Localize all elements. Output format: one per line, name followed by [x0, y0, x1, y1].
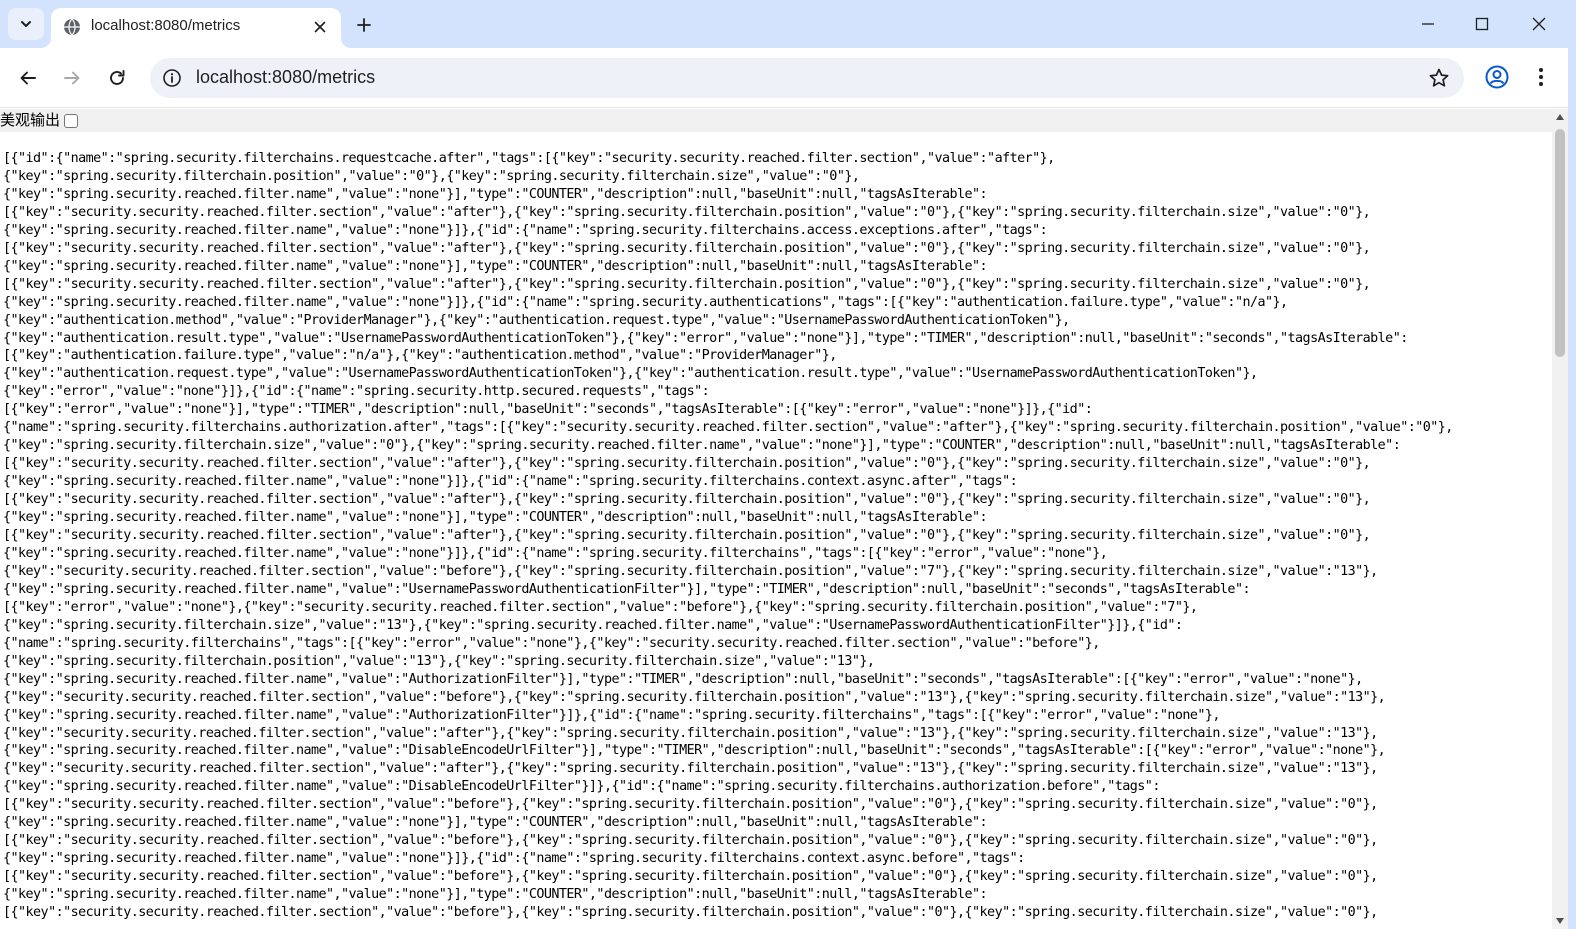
json-line: {"key":"authentication.method","value":"…: [3, 312, 1070, 328]
json-line: {"key":"spring.security.filterchain.size…: [3, 617, 1183, 633]
close-icon: [1532, 17, 1546, 31]
browser-toolbar: localhost:8080/metrics: [0, 48, 1576, 108]
json-line: {"key":"security.security.reached.filter…: [3, 563, 1378, 579]
json-line: {"key":"security.security.reached.filter…: [3, 725, 1378, 741]
close-icon: [314, 21, 326, 33]
scroll-down-button[interactable]: [1552, 913, 1568, 929]
triangle-up-icon: [1556, 114, 1564, 120]
window-frame-edge: [1568, 0, 1576, 929]
tab-title: localhost:8080/metrics: [91, 17, 241, 34]
json-line: {"key":"spring.security.reached.filter.n…: [3, 671, 1363, 687]
chevron-down-icon: [21, 21, 31, 27]
json-line: [{"key":"security.security.reached.filte…: [3, 833, 1378, 849]
back-button[interactable]: [12, 62, 44, 94]
json-line: {"key":"spring.security.reached.filter.n…: [3, 581, 1251, 597]
json-line: [{"key":"security.security.reached.filte…: [3, 905, 1378, 921]
arrow-right-icon: [64, 71, 80, 85]
json-line: [{"key":"security.security.reached.filte…: [3, 240, 1371, 256]
json-line: {"key":"security.security.reached.filter…: [3, 761, 1378, 777]
tab-active[interactable]: localhost:8080/metrics: [51, 8, 341, 48]
window-close-button[interactable]: [1519, 8, 1559, 40]
arrow-left-icon: [20, 71, 36, 85]
reload-button[interactable]: [101, 62, 133, 94]
tab-strip: localhost:8080/metrics: [0, 0, 1576, 48]
json-line: {"key":"error","value":"none"}]},{"id":{…: [3, 384, 710, 400]
json-line: {"key":"spring.security.reached.filter.n…: [3, 258, 988, 274]
pretty-print-bar: 美观输出: [0, 109, 1552, 132]
json-line: {"key":"spring.security.filterchain.posi…: [3, 168, 860, 184]
tab-close-button[interactable]: [311, 18, 329, 36]
json-line: {"key":"spring.security.reached.filter.n…: [3, 545, 1108, 561]
json-line: {"key":"spring.security.reached.filter.n…: [3, 887, 988, 903]
json-line: {"key":"spring.security.reached.filter.n…: [3, 851, 1025, 867]
json-line: {"key":"spring.security.reached.filter.n…: [3, 294, 1288, 310]
json-line: {"key":"spring.security.reached.filter.n…: [3, 815, 988, 831]
reload-icon: [110, 70, 125, 85]
json-line: {"name":"spring.security.filterchains.au…: [3, 420, 1453, 436]
json-line: {"key":"spring.security.reached.filter.n…: [3, 707, 1220, 723]
json-line: {"key":"security.security.reached.filter…: [3, 689, 1386, 705]
browser-menu-button[interactable]: [1530, 64, 1552, 90]
json-line: {"key":"authentication.result.type","val…: [3, 330, 1408, 346]
json-line: {"key":"spring.security.reached.filter.n…: [3, 743, 1386, 759]
json-line: [{"key":"security.security.reached.filte…: [3, 797, 1378, 813]
json-line: [{"id":{"name":"spring.security.filterch…: [3, 151, 1055, 166]
scrollbar-thumb[interactable]: [1555, 129, 1565, 357]
minimize-icon: [1422, 23, 1434, 25]
json-line: [{"key":"security.security.reached.filte…: [3, 492, 1371, 508]
json-line: {"key":"spring.security.reached.filter.n…: [3, 186, 988, 202]
triangle-down-icon: [1556, 918, 1564, 924]
json-line: {"key":"spring.security.filterchain.size…: [3, 438, 1401, 454]
scroll-up-button[interactable]: [1552, 109, 1568, 125]
json-line: {"key":"spring.security.reached.filter.n…: [3, 779, 1160, 795]
vertical-scrollbar[interactable]: [1552, 109, 1568, 929]
json-line: {"key":"spring.security.filterchain.posi…: [3, 653, 875, 669]
json-line: {"key":"spring.security.reached.filter.n…: [3, 222, 1048, 238]
json-line: [{"key":"security.security.reached.filte…: [3, 869, 1378, 885]
json-line: [{"key":"security.security.reached.filte…: [3, 456, 1371, 472]
forward-button[interactable]: [56, 62, 88, 94]
pretty-print-label: 美观输出: [0, 111, 61, 129]
address-bar[interactable]: localhost:8080/metrics: [150, 58, 1464, 98]
profile-icon[interactable]: [1484, 64, 1510, 90]
json-line: {"key":"authentication.request.type","va…: [3, 366, 1258, 382]
maximize-icon: [1475, 17, 1489, 31]
json-line: {"name":"spring.security.filterchains","…: [3, 635, 1100, 651]
minimize-button[interactable]: [1408, 8, 1448, 40]
globe-icon: [64, 18, 80, 36]
json-line: [{"key":"error","value":"none"},{"key":"…: [3, 599, 1198, 615]
page-content: 美观输出 [{"id":{"name":"spring.security.fil…: [0, 109, 1552, 929]
json-line: [{"key":"security.security.reached.filte…: [3, 204, 1371, 220]
kebab-menu-icon: [1539, 68, 1543, 86]
star-icon[interactable]: [1428, 67, 1450, 89]
url-text[interactable]: localhost:8080/metrics: [196, 67, 375, 88]
new-tab-button[interactable]: [351, 12, 377, 38]
json-response-body: [{"id":{"name":"spring.security.filterch…: [3, 150, 1551, 922]
json-line: {"key":"spring.security.reached.filter.n…: [3, 474, 1018, 490]
maximize-button[interactable]: [1462, 8, 1502, 40]
pretty-print-checkbox[interactable]: [64, 113, 79, 128]
json-line: [{"key":"security.security.reached.filte…: [3, 528, 1371, 544]
json-line: [{"key":"error","value":"none"}],"type":…: [3, 402, 1093, 418]
json-line: [{"key":"authentication.failure.type","v…: [3, 348, 837, 364]
tab-search-button[interactable]: [8, 8, 44, 40]
info-icon[interactable]: [162, 68, 182, 88]
json-line: [{"key":"security.security.reached.filte…: [3, 276, 1371, 292]
json-line: {"key":"spring.security.reached.filter.n…: [3, 510, 988, 526]
plus-icon: [357, 18, 371, 32]
